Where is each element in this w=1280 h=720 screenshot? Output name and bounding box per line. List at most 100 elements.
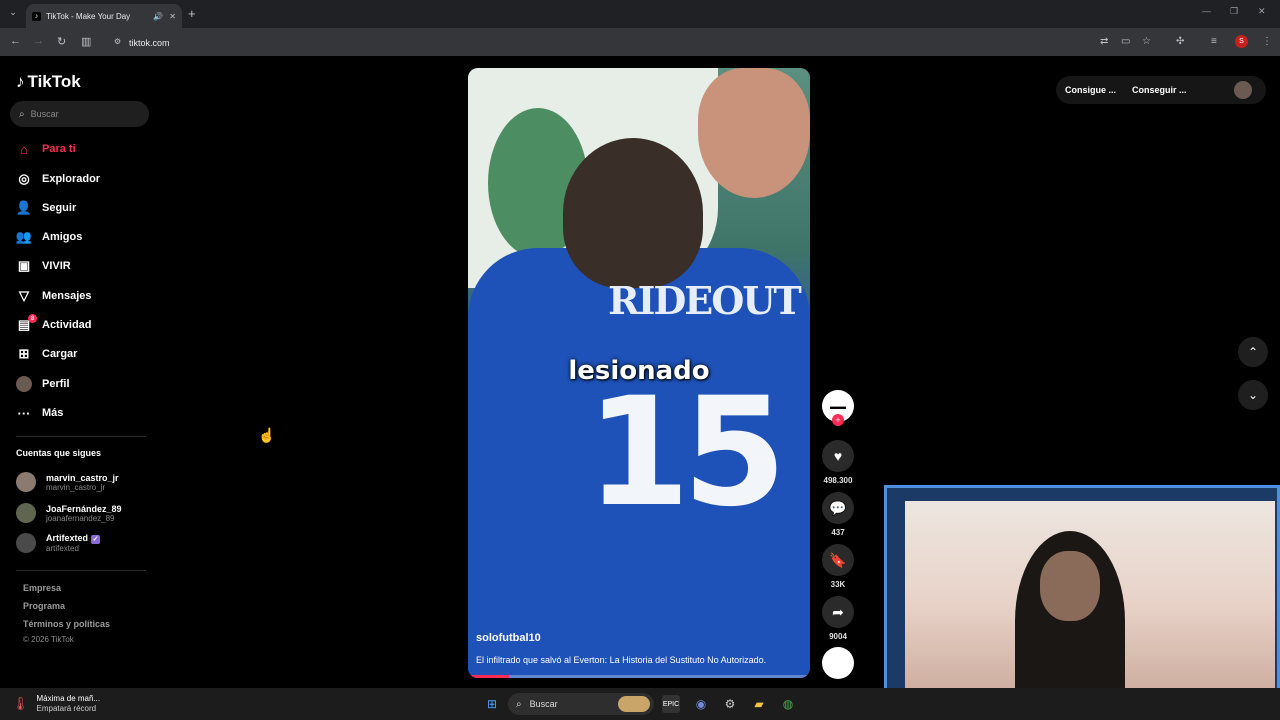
- jersey-number: 15: [586, 366, 787, 540]
- account-handle: artifexted: [46, 544, 79, 553]
- follow-plus-icon[interactable]: +: [832, 414, 844, 426]
- previous-video-button[interactable]: ⌃: [1238, 337, 1268, 367]
- browser-tab[interactable]: ♪ TikTok - Make Your Day 🔊 ✕: [26, 4, 182, 28]
- logo-text: TikTok: [27, 72, 81, 91]
- bookmark-icon[interactable]: 🔖: [822, 544, 854, 576]
- forward-icon[interactable]: →: [33, 35, 44, 47]
- following-account[interactable]: JoaFernández_89 joanafernandez_89: [16, 503, 122, 523]
- following-title: Cuentas que sigues: [16, 448, 102, 458]
- upload-icon: ⊞: [18, 346, 30, 361]
- chevron-down-icon: ⌄: [1247, 388, 1259, 402]
- get-coins-button[interactable]: Consigue ...: [1065, 85, 1116, 95]
- maximize-icon[interactable]: ❐: [1230, 6, 1238, 17]
- footer-link-programa[interactable]: Programa: [23, 601, 65, 611]
- taskbar-search[interactable]: ⌕ Buscar: [508, 693, 654, 715]
- jersey-name: RIDEOUT: [608, 278, 802, 323]
- nav-mas[interactable]: ··· Más: [16, 405, 64, 421]
- nav-mensajes[interactable]: ▽ Mensajes: [16, 288, 92, 304]
- extensions-icon[interactable]: ✣: [1176, 36, 1184, 47]
- epic-games-icon[interactable]: EPIC: [662, 695, 680, 713]
- creator-logo-icon: ▬▬: [830, 401, 846, 411]
- close-window-icon[interactable]: ✕: [1258, 6, 1266, 17]
- comment-action[interactable]: 💬 437: [822, 492, 854, 537]
- menu-dots-icon[interactable]: ⋮: [1262, 36, 1272, 47]
- nav-label: Perfil: [42, 378, 70, 390]
- thermometer-icon: 🌡: [12, 696, 29, 711]
- following-account[interactable]: marvin_castro_jr marvin_castro_jr: [16, 472, 119, 492]
- nav-label: Explorador: [42, 173, 101, 185]
- copyright: © 2026 TikTok: [23, 635, 74, 644]
- video-frame: [698, 68, 810, 198]
- browser-tabbar: ⌄ ♪ TikTok - Make Your Day 🔊 ✕ + — ❐ ✕: [0, 0, 1280, 28]
- next-video-button[interactable]: ⌄: [1238, 380, 1268, 410]
- nav-explorador[interactable]: ◎ Explorador: [16, 171, 100, 187]
- activity-badge: 8: [28, 314, 37, 323]
- url-bar[interactable]: ⚙ tiktok.com: [109, 33, 1119, 52]
- nav-label: Amigos: [42, 231, 83, 243]
- video-progress-bar[interactable]: [468, 675, 810, 678]
- tiktok-logo[interactable]: ♪ TikTok: [16, 72, 81, 92]
- discord-icon[interactable]: ◉: [692, 695, 710, 713]
- reload-icon[interactable]: ↻: [57, 35, 66, 48]
- close-tab-icon[interactable]: ✕: [169, 12, 176, 21]
- search-input[interactable]: ⌕ Buscar: [10, 101, 149, 127]
- browser-toolbar: ← → ↻ ▥ ⚙ tiktok.com ⇄ ▭ ☆ ✣ ≡ ⋮: [0, 28, 1280, 56]
- account-name: Artifexted: [46, 533, 89, 543]
- share-icon[interactable]: ➦: [822, 596, 854, 628]
- nav-cargar[interactable]: ⊞ Cargar: [16, 346, 78, 362]
- steam-icon[interactable]: ⚙: [721, 695, 739, 713]
- avatar: [16, 472, 36, 492]
- chrome-icon[interactable]: ◍: [779, 695, 797, 713]
- comment-icon[interactable]: 💬: [822, 492, 854, 524]
- compass-icon: ◎: [18, 171, 30, 186]
- like-action[interactable]: ♥ 498.300: [822, 440, 854, 485]
- nav-perfil[interactable]: Perfil: [16, 376, 70, 392]
- windows-start-icon[interactable]: ⊞: [483, 695, 501, 713]
- media-control-icon[interactable]: ≡: [1211, 36, 1217, 47]
- cast-icon[interactable]: ▭: [1121, 36, 1130, 47]
- weather-widget[interactable]: 🌡 Máxima de mañ... Empatará récord: [12, 694, 100, 714]
- minimize-icon[interactable]: —: [1202, 6, 1211, 16]
- reader-icon[interactable]: ▥: [81, 35, 91, 48]
- music-disc-icon[interactable]: [822, 647, 854, 679]
- bookmark-star-icon[interactable]: ☆: [1142, 36, 1151, 47]
- file-explorer-icon[interactable]: ▰: [750, 695, 768, 713]
- heart-icon[interactable]: ♥: [822, 440, 854, 472]
- home-icon: ⌂: [20, 141, 28, 157]
- nav-actividad[interactable]: ▤ 8 Actividad: [16, 314, 92, 333]
- new-tab-icon[interactable]: +: [188, 6, 196, 21]
- translate-icon[interactable]: ⇄: [1100, 36, 1108, 47]
- nav-para-ti[interactable]: ⌂ Para ti: [16, 141, 76, 157]
- video-frame: [563, 138, 703, 288]
- like-count: 498.300: [823, 476, 853, 485]
- more-icon: ···: [17, 405, 31, 421]
- profile-avatar[interactable]: S: [1235, 35, 1248, 48]
- progress-fill: [468, 675, 510, 678]
- avatar[interactable]: [1234, 81, 1252, 99]
- share-count: 9004: [829, 632, 847, 641]
- nav-label: Para ti: [42, 143, 76, 155]
- weather-line1: Máxima de mañ...: [36, 694, 101, 703]
- audio-icon[interactable]: 🔊: [153, 12, 163, 21]
- verified-icon: ✓: [91, 535, 101, 544]
- webcam-face: [1040, 551, 1100, 621]
- video-description: El infiltrado que salvó al Everton: La H…: [476, 655, 767, 665]
- video-username[interactable]: solofutbal10: [476, 632, 541, 644]
- tab-search-icon[interactable]: ⌄: [6, 7, 20, 21]
- save-action[interactable]: 🔖 33K: [822, 544, 854, 589]
- messages-icon: ▽: [19, 288, 29, 303]
- footer-link-terminos[interactable]: Términos y políticas: [23, 619, 110, 629]
- site-info-icon[interactable]: ⚙: [114, 37, 121, 46]
- following-account[interactable]: Artifexted ✓ artifexted: [16, 533, 101, 553]
- nav-vivir[interactable]: ▣ VIVIR: [16, 258, 71, 274]
- nav-amigos[interactable]: 👥 Amigos: [16, 229, 82, 245]
- footer-link-empresa[interactable]: Empresa: [23, 583, 61, 593]
- video-player[interactable]: RIDEOUT 15 lesionado solofutbal10 El inf…: [468, 68, 810, 678]
- creator-avatar[interactable]: ▬▬ +: [822, 390, 854, 426]
- avatar: [16, 376, 32, 392]
- get-app-button[interactable]: Conseguir ...: [1132, 85, 1187, 95]
- nav-seguir[interactable]: 👤 Seguir: [16, 200, 76, 216]
- share-action[interactable]: ➦ 9004: [822, 596, 854, 641]
- save-count: 33K: [830, 580, 846, 589]
- back-icon[interactable]: ←: [10, 35, 21, 47]
